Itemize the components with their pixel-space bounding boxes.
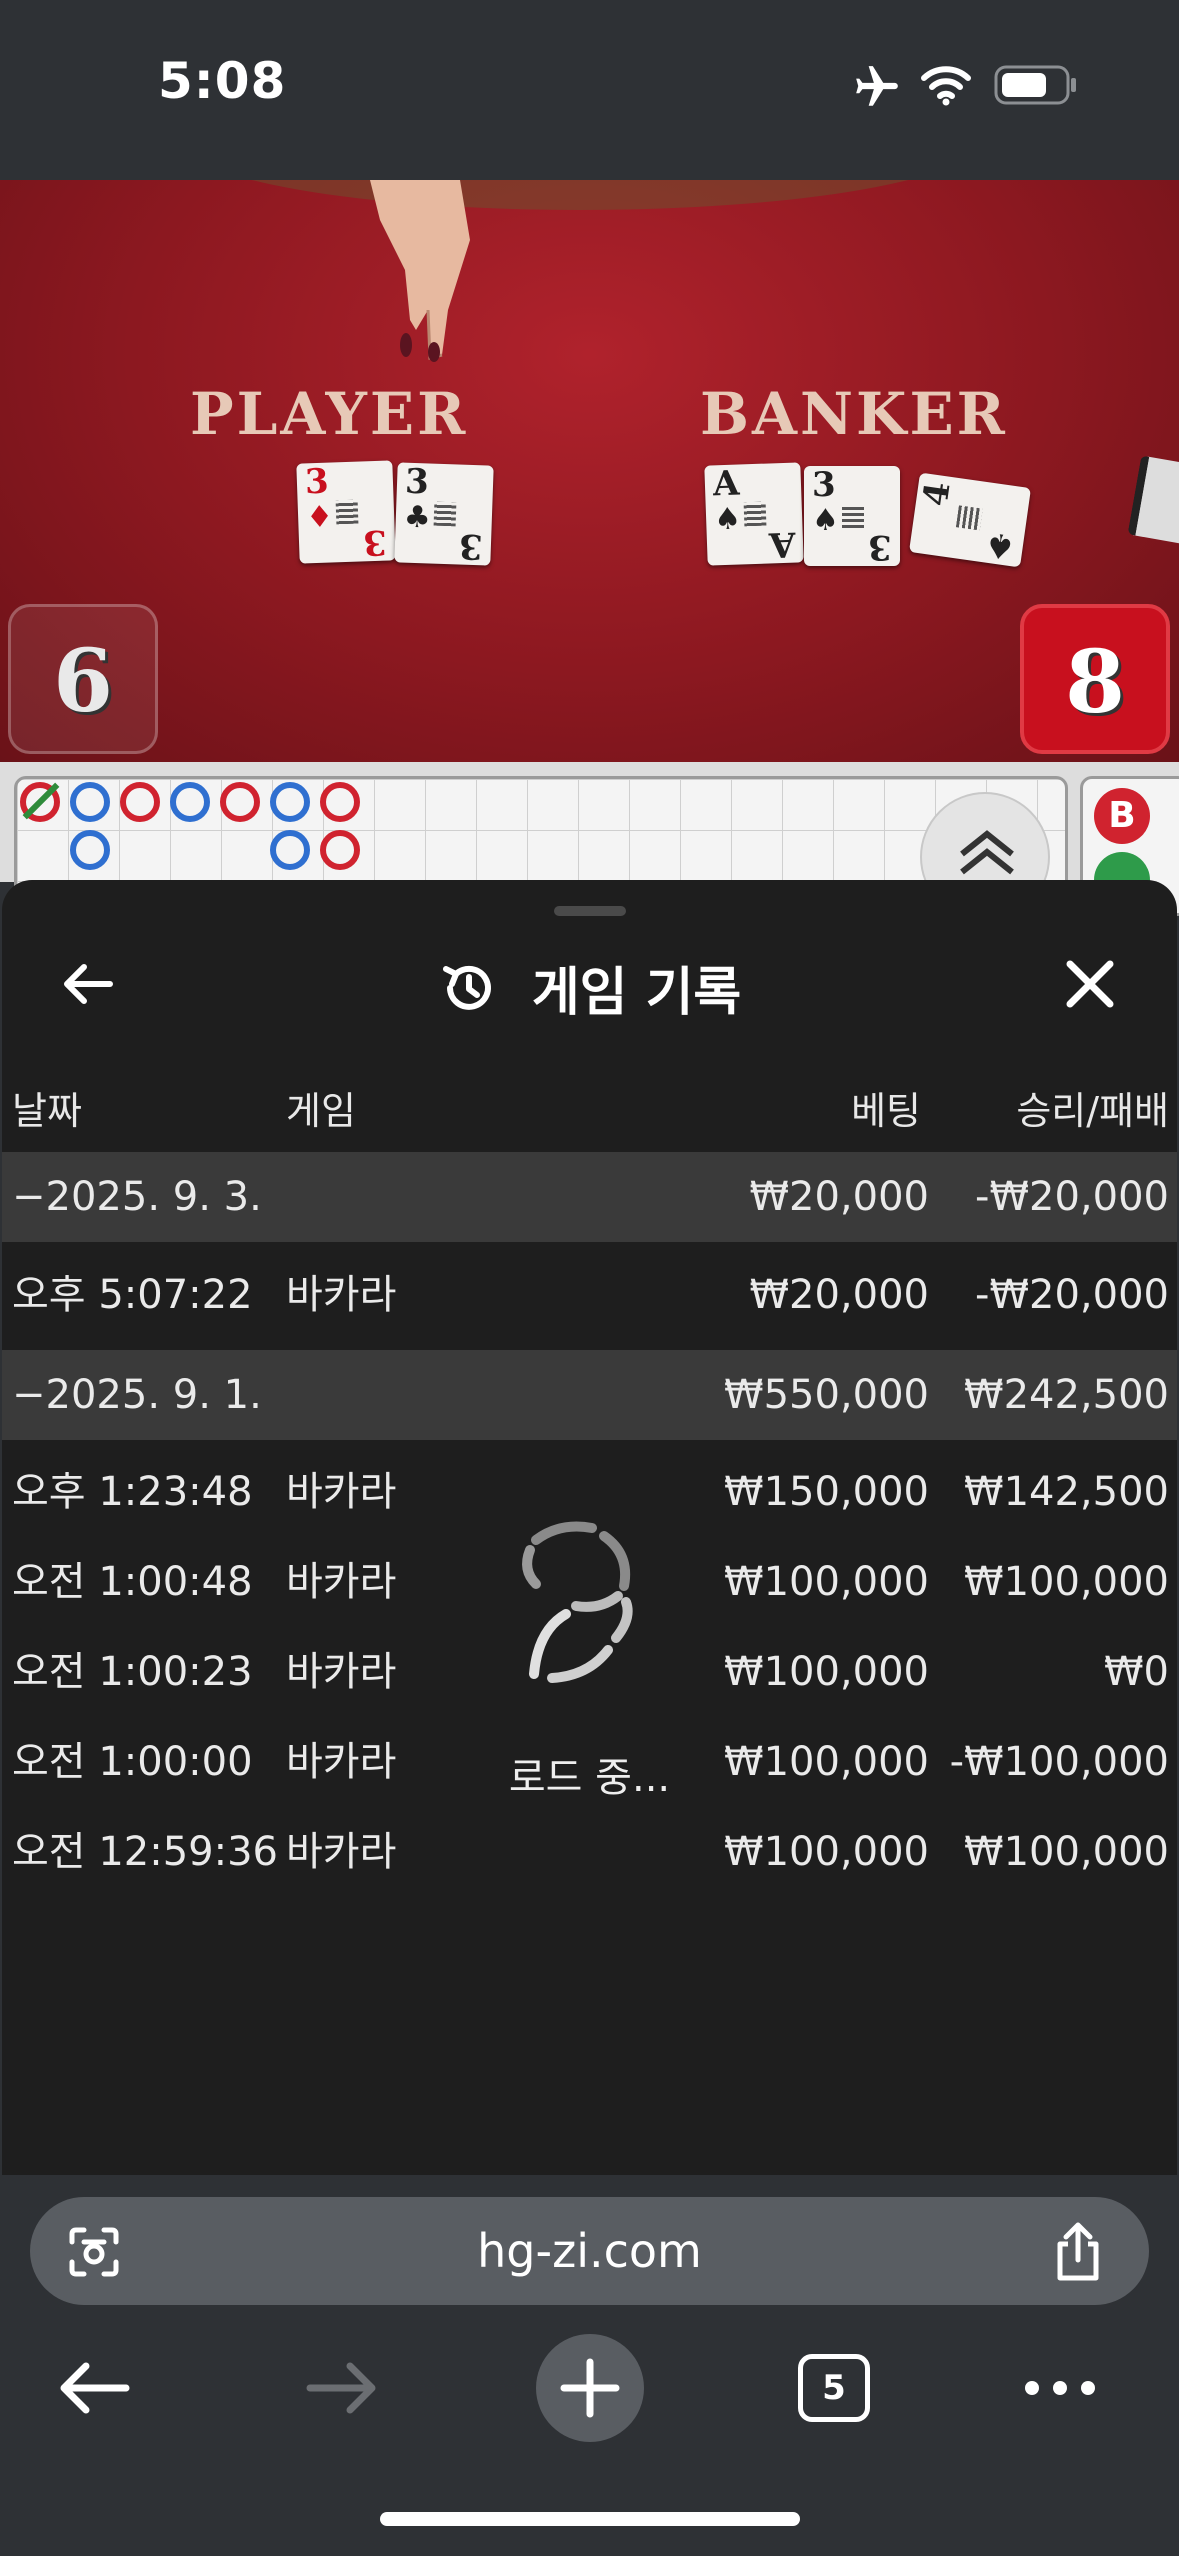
url-text[interactable]: hg-zi.com — [0, 2197, 1179, 2305]
more-options-icon[interactable] — [1022, 2370, 1098, 2406]
row-time: 오후 5:07:22 — [12, 1272, 253, 1318]
status-bar: 5:08 — [0, 0, 1179, 180]
history-row[interactable]: 오전 12:59:36 바카라 ₩100,000 ₩100,000 — [2, 1807, 1177, 1897]
row-game: 바카라 — [286, 1469, 397, 1515]
plus-icon — [560, 2358, 620, 2418]
road-marker-blue — [70, 782, 110, 822]
row-bet: ₩100,000 — [724, 1559, 929, 1605]
sheet-title: 게임 기록 — [531, 963, 742, 1023]
row-winloss: ₩100,000 — [964, 1829, 1169, 1875]
road-marker-red — [120, 782, 160, 822]
group-bet-total: ₩550,000 — [724, 1372, 929, 1418]
battery-icon — [994, 65, 1076, 105]
date-group-row[interactable]: −2025. 9. 1. ₩550,000 ₩242,500 — [2, 1350, 1177, 1440]
column-header-bet[interactable]: 베팅 — [851, 1080, 921, 1135]
banker-card: A ♠ A — [704, 462, 804, 566]
player-card: 3 ♦ 3 — [296, 460, 396, 564]
row-time: 오전 12:59:36 — [12, 1829, 278, 1875]
sheet-title-row: 게임 기록 — [2, 950, 1177, 1025]
group-winloss-total: ₩242,500 — [964, 1372, 1169, 1418]
double-chevron-up-icon — [960, 830, 1014, 875]
row-bet: ₩100,000 — [724, 1829, 929, 1875]
group-winloss-total: -₩20,000 — [975, 1174, 1169, 1220]
sheet-drag-handle[interactable] — [554, 906, 626, 916]
road-marker-blue — [70, 830, 110, 870]
row-bet: ₩100,000 — [724, 1649, 929, 1695]
group-date: −2025. 9. 1. — [12, 1372, 262, 1418]
airplane-mode-icon — [856, 66, 898, 106]
column-header-game[interactable]: 게임 — [286, 1080, 356, 1135]
new-tab-button[interactable] — [536, 2334, 644, 2442]
forward-nav-icon[interactable] — [304, 2358, 380, 2418]
road-marker-red — [220, 782, 260, 822]
row-bet: ₩150,000 — [724, 1469, 929, 1515]
column-header-winloss[interactable]: 승리/패배 — [1016, 1080, 1169, 1135]
row-game: 바카라 — [286, 1559, 397, 1605]
player-zone-label: PLAYER — [190, 380, 469, 448]
road-marker-red — [320, 782, 360, 822]
banker-card: 3 ♠ 3 — [804, 466, 900, 567]
row-game: 바카라 — [286, 1829, 397, 1875]
banker-card: 4 ♠ — [908, 472, 1032, 568]
table-edge — [180, 180, 980, 210]
road-marker-red — [320, 830, 360, 870]
banker-badge: B — [1094, 788, 1150, 844]
date-group-row[interactable]: −2025. 9. 3. ₩20,000 -₩20,000 — [2, 1152, 1177, 1242]
dealer-hand — [370, 180, 470, 362]
row-winloss: ₩0 — [1104, 1649, 1169, 1695]
row-bet: ₩20,000 — [749, 1272, 929, 1318]
row-winloss: ₩142,500 — [964, 1469, 1169, 1515]
banker-zone-label: BANKER — [700, 380, 1008, 448]
row-game: 바카라 — [286, 1649, 397, 1695]
loading-text: 로드 중... — [508, 1755, 671, 1801]
row-time: 오후 1:23:48 — [12, 1469, 253, 1515]
player-score: 6 — [8, 604, 158, 754]
loading-spinner-icon — [522, 1521, 633, 1683]
home-indicator[interactable] — [380, 2512, 800, 2526]
road-marker-blue — [170, 782, 210, 822]
card-shoe — [1127, 455, 1179, 545]
status-time: 5:08 — [158, 52, 287, 110]
road-marker-blue — [270, 782, 310, 822]
close-icon[interactable] — [1060, 954, 1120, 1014]
wifi-icon — [921, 66, 971, 106]
share-icon[interactable] — [1048, 2220, 1108, 2284]
tab-switcher-button[interactable]: 5 — [798, 2354, 870, 2422]
back-nav-icon[interactable] — [56, 2358, 132, 2418]
history-icon — [442, 965, 491, 1010]
history-row[interactable]: 오후 5:07:22 바카라 ₩20,000 -₩20,000 — [2, 1250, 1177, 1340]
group-bet-total: ₩20,000 — [749, 1174, 929, 1220]
row-game: 바카라 — [286, 1272, 397, 1318]
player-card: 3 ♣ 3 — [394, 462, 494, 566]
column-header-date[interactable]: 날짜 — [12, 1080, 82, 1135]
row-winloss: -₩20,000 — [975, 1272, 1169, 1318]
row-winloss: ₩100,000 — [964, 1559, 1169, 1605]
banker-score: 8 — [1020, 604, 1170, 754]
row-time: 오전 1:00:48 — [12, 1559, 253, 1605]
live-dealer-video: PLAYER BANKER 3 ♦ 3 3 ♣ 3 A ♠ A 3 ♠ 3 4 ♠ 6 … — [0, 180, 1179, 762]
row-time: 오전 1:00:23 — [12, 1649, 253, 1695]
road-marker-blue — [270, 830, 310, 870]
group-date: −2025. 9. 3. — [12, 1174, 262, 1220]
